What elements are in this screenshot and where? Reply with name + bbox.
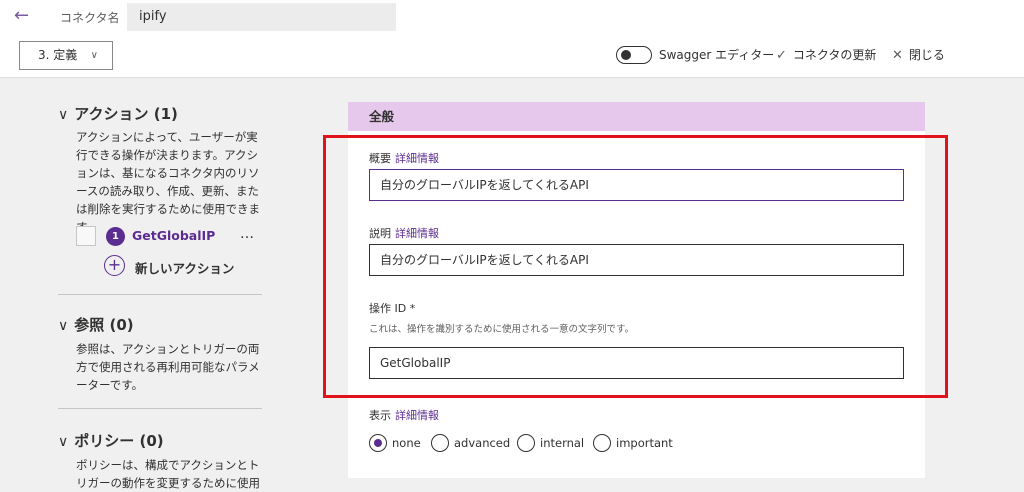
radio-unselected-icon [593,434,611,452]
new-action-label: 新しいアクション [135,261,235,276]
divider [58,408,262,409]
step-dropdown-label: 3. 定義 [38,48,78,62]
chevron-down-icon: ∨ [58,107,69,123]
swagger-editor-label: Swagger エディター [659,48,775,62]
top-bar: ← コネクタ名 ipify [0,0,1024,34]
toolbar: 3. 定義 ∨ Swagger エディター ✓ コネクタの更新 ✕ 閉じる [0,34,1024,78]
actions-title: アクション (1) [74,105,178,123]
action-name[interactable]: GetGlobalIP [132,228,215,243]
connector-name-label: コネクタ名 [60,11,120,25]
connector-name-input[interactable]: ipify [127,3,396,31]
swagger-editor-toggle[interactable] [616,46,652,64]
plus-icon: + [104,255,125,276]
general-section-header: 全般 [348,102,925,131]
divider [58,294,262,295]
operation-id-hint: これは、操作を識別するために使用される一意の文字列です。 [369,324,635,335]
chevron-down-icon: ∨ [58,318,69,334]
policies-description: ポリシーは、構成でアクションとトリガーの動作を変更するために使用され [76,458,260,490]
references-title: 参照 (0) [74,316,134,334]
arrow-left-icon[interactable]: ← [14,6,36,26]
chevron-down-icon: ∨ [58,434,69,450]
update-connector-label: コネクタの更新 [792,48,877,62]
references-description: 参照は、アクションとトリガーの両方で使用される再利用可能なパラメーターです。 [76,342,260,392]
references-section-header[interactable]: ∨ 参照 (0) [58,314,134,335]
summary-learn-more-link[interactable]: 詳細情報 [395,152,439,165]
action-checkbox[interactable] [76,226,96,246]
description-label-text: 説明 [369,227,391,240]
chevron-down-icon: ∨ [90,50,98,61]
operation-id-input[interactable]: GetGlobalIP [369,347,904,379]
toggle-knob [621,50,631,60]
more-options-icon[interactable]: … [240,226,254,242]
summary-label-text: 概要 [369,152,391,165]
operation-id-label: 操作 ID * [369,302,416,315]
update-connector-button[interactable]: ✓ コネクタの更新 [776,46,876,63]
close-icon: ✕ [892,48,903,63]
visibility-label: 表示 詳細情報 [369,407,439,423]
visibility-learn-more-link[interactable]: 詳細情報 [395,409,439,422]
action-item[interactable]: 1 GetGlobalIP … [76,226,266,248]
summary-input[interactable]: 自分のグローバルIPを返してくれるAPI [369,169,904,201]
radio-unselected-icon [517,434,535,452]
visibility-label-text: 表示 [369,409,391,422]
close-label: 閉じる [908,48,945,62]
actions-section-header[interactable]: ∨ アクション (1) [58,103,178,124]
action-number-badge: 1 [106,227,125,246]
radio-label: advanced [454,436,511,450]
radio-label: internal [540,436,585,450]
radio-selected-icon [369,434,387,452]
radio-label: important [616,436,673,450]
policies-section-header[interactable]: ∨ ポリシー (0) [58,430,164,451]
description-learn-more-link[interactable]: 詳細情報 [395,227,439,240]
radio-label: none [392,436,421,450]
actions-description: アクションによって、ユーザーが実行できる操作が決まります。アクションは、基になる… [76,130,260,234]
checkmark-icon: ✓ [776,48,787,63]
description-input[interactable]: 自分のグローバルIPを返してくれるAPI [369,244,904,276]
close-button[interactable]: ✕ 閉じる [892,46,945,63]
summary-label: 概要 詳細情報 [369,150,439,166]
policies-title: ポリシー (0) [74,432,164,450]
radio-unselected-icon [431,434,449,452]
description-label: 説明 詳細情報 [369,225,439,241]
step-dropdown[interactable]: 3. 定義 ∨ [19,41,113,70]
